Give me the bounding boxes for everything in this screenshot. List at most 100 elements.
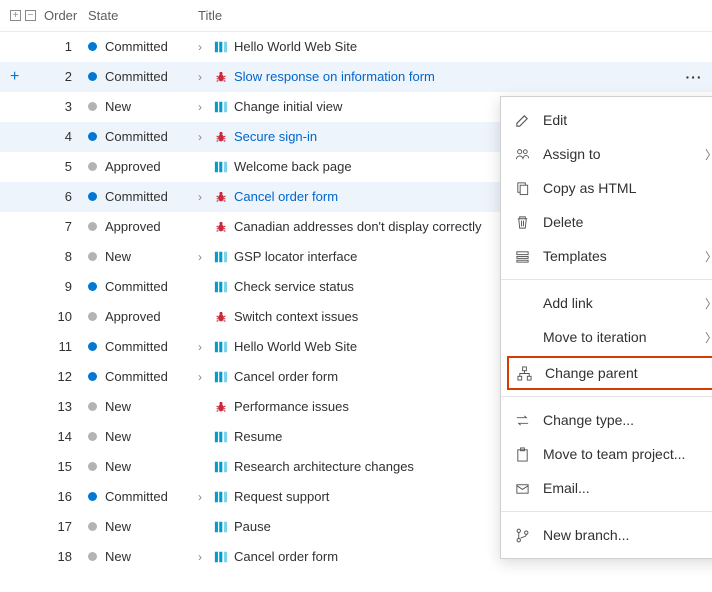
title-text[interactable]: Slow response on information form	[234, 69, 435, 84]
pbi-icon	[214, 460, 228, 474]
state-cell: Committed	[88, 69, 198, 84]
pbi-icon	[214, 550, 228, 564]
menu-change-parent[interactable]: Change parent	[507, 356, 712, 390]
title-cell[interactable]: › Hello World Web Site	[198, 39, 676, 54]
chevron-right-icon: 〉	[705, 248, 712, 265]
order-cell: 4	[44, 129, 88, 144]
state-text: Approved	[105, 159, 161, 174]
order-cell: 12	[44, 369, 88, 384]
order-cell: 15	[44, 459, 88, 474]
state-dot-icon	[88, 42, 97, 51]
menu-label: Copy as HTML	[543, 180, 712, 196]
menu-templates[interactable]: Templates 〉	[501, 239, 712, 273]
state-dot-icon	[88, 282, 97, 291]
bug-icon	[214, 310, 228, 324]
state-text: New	[105, 399, 131, 414]
table-row[interactable]: +2Committed›Slow response on information…	[0, 62, 712, 92]
menu-delete[interactable]: Delete	[501, 205, 712, 239]
row-actions-button[interactable]: ···	[676, 69, 712, 85]
order-cell: 14	[44, 429, 88, 444]
chevron-right-icon[interactable]: ›	[198, 70, 208, 84]
title-cell[interactable]: › Slow response on information form	[198, 69, 676, 84]
templates-icon	[513, 249, 531, 264]
menu-label: Email...	[543, 480, 712, 496]
order-cell: 17	[44, 519, 88, 534]
order-cell: 5	[44, 159, 88, 174]
people-icon	[513, 147, 531, 162]
state-dot-icon	[88, 162, 97, 171]
chevron-right-icon[interactable]: ›	[198, 250, 208, 264]
state-cell: New	[88, 249, 198, 264]
collapse-all-icon[interactable]: −	[25, 10, 36, 21]
state-text: Committed	[105, 69, 168, 84]
order-cell: 9	[44, 279, 88, 294]
menu-new-branch[interactable]: New branch...	[501, 518, 712, 552]
state-text: Committed	[105, 39, 168, 54]
pbi-icon	[214, 40, 228, 54]
chevron-right-icon[interactable]: ›	[198, 130, 208, 144]
expand-all-icon[interactable]: +	[10, 10, 21, 21]
state-text: Committed	[105, 369, 168, 384]
trash-icon	[513, 215, 531, 230]
pbi-icon	[214, 160, 228, 174]
pencil-icon	[513, 113, 531, 128]
branch-icon	[513, 528, 531, 543]
chevron-right-icon[interactable]: ›	[198, 340, 208, 354]
state-dot-icon	[88, 72, 97, 81]
state-cell: Committed	[88, 489, 198, 504]
title-text: Cancel order form	[234, 369, 338, 384]
state-text: Committed	[105, 489, 168, 504]
menu-change-type[interactable]: Change type...	[501, 403, 712, 437]
state-cell: New	[88, 459, 198, 474]
state-text: Committed	[105, 279, 168, 294]
state-dot-icon	[88, 222, 97, 231]
state-dot-icon	[88, 312, 97, 321]
title-text[interactable]: Secure sign-in	[234, 129, 317, 144]
menu-add-link[interactable]: Add link 〉	[501, 286, 712, 320]
mail-icon	[513, 481, 531, 496]
menu-email[interactable]: Email...	[501, 471, 712, 505]
state-cell: Approved	[88, 219, 198, 234]
add-item-icon[interactable]: +	[10, 68, 19, 86]
order-cell: 13	[44, 399, 88, 414]
title-text: Hello World Web Site	[234, 39, 357, 54]
state-dot-icon	[88, 402, 97, 411]
context-menu: Edit Assign to 〉 Copy as HTML Delete Tem…	[500, 96, 712, 559]
column-header-state[interactable]: State	[88, 8, 198, 23]
chevron-right-icon[interactable]: ›	[198, 550, 208, 564]
state-dot-icon	[88, 252, 97, 261]
menu-label: Change type...	[543, 412, 712, 428]
bug-icon	[214, 400, 228, 414]
menu-assign-to[interactable]: Assign to 〉	[501, 137, 712, 171]
pbi-icon	[214, 490, 228, 504]
column-header-title[interactable]: Title	[198, 8, 676, 23]
menu-label: Templates	[543, 248, 693, 264]
state-dot-icon	[88, 522, 97, 531]
chevron-right-icon[interactable]: ›	[198, 40, 208, 54]
state-cell: New	[88, 399, 198, 414]
copy-icon	[513, 181, 531, 196]
title-text[interactable]: Cancel order form	[234, 189, 338, 204]
column-header-order[interactable]: Order	[44, 8, 88, 23]
chevron-right-icon[interactable]: ›	[198, 490, 208, 504]
menu-move-iteration[interactable]: Move to iteration 〉	[501, 320, 712, 354]
chevron-right-icon[interactable]: ›	[198, 370, 208, 384]
pbi-icon	[214, 430, 228, 444]
table-row[interactable]: 1Committed›Hello World Web Site	[0, 32, 712, 62]
state-cell: New	[88, 519, 198, 534]
pbi-icon	[214, 340, 228, 354]
pbi-icon	[214, 370, 228, 384]
chevron-right-icon[interactable]: ›	[198, 100, 208, 114]
title-text: GSP locator interface	[234, 249, 357, 264]
expand-collapse-header[interactable]: + −	[0, 10, 44, 21]
menu-move-team-project[interactable]: Move to team project...	[501, 437, 712, 471]
menu-copy-html[interactable]: Copy as HTML	[501, 171, 712, 205]
menu-edit[interactable]: Edit	[501, 103, 712, 137]
chevron-right-icon[interactable]: ›	[198, 190, 208, 204]
order-cell: 11	[44, 339, 88, 354]
title-text: Hello World Web Site	[234, 339, 357, 354]
chevron-right-icon: 〉	[705, 329, 712, 346]
bug-icon	[214, 190, 228, 204]
state-text: Approved	[105, 219, 161, 234]
menu-label: Move to team project...	[543, 446, 712, 462]
